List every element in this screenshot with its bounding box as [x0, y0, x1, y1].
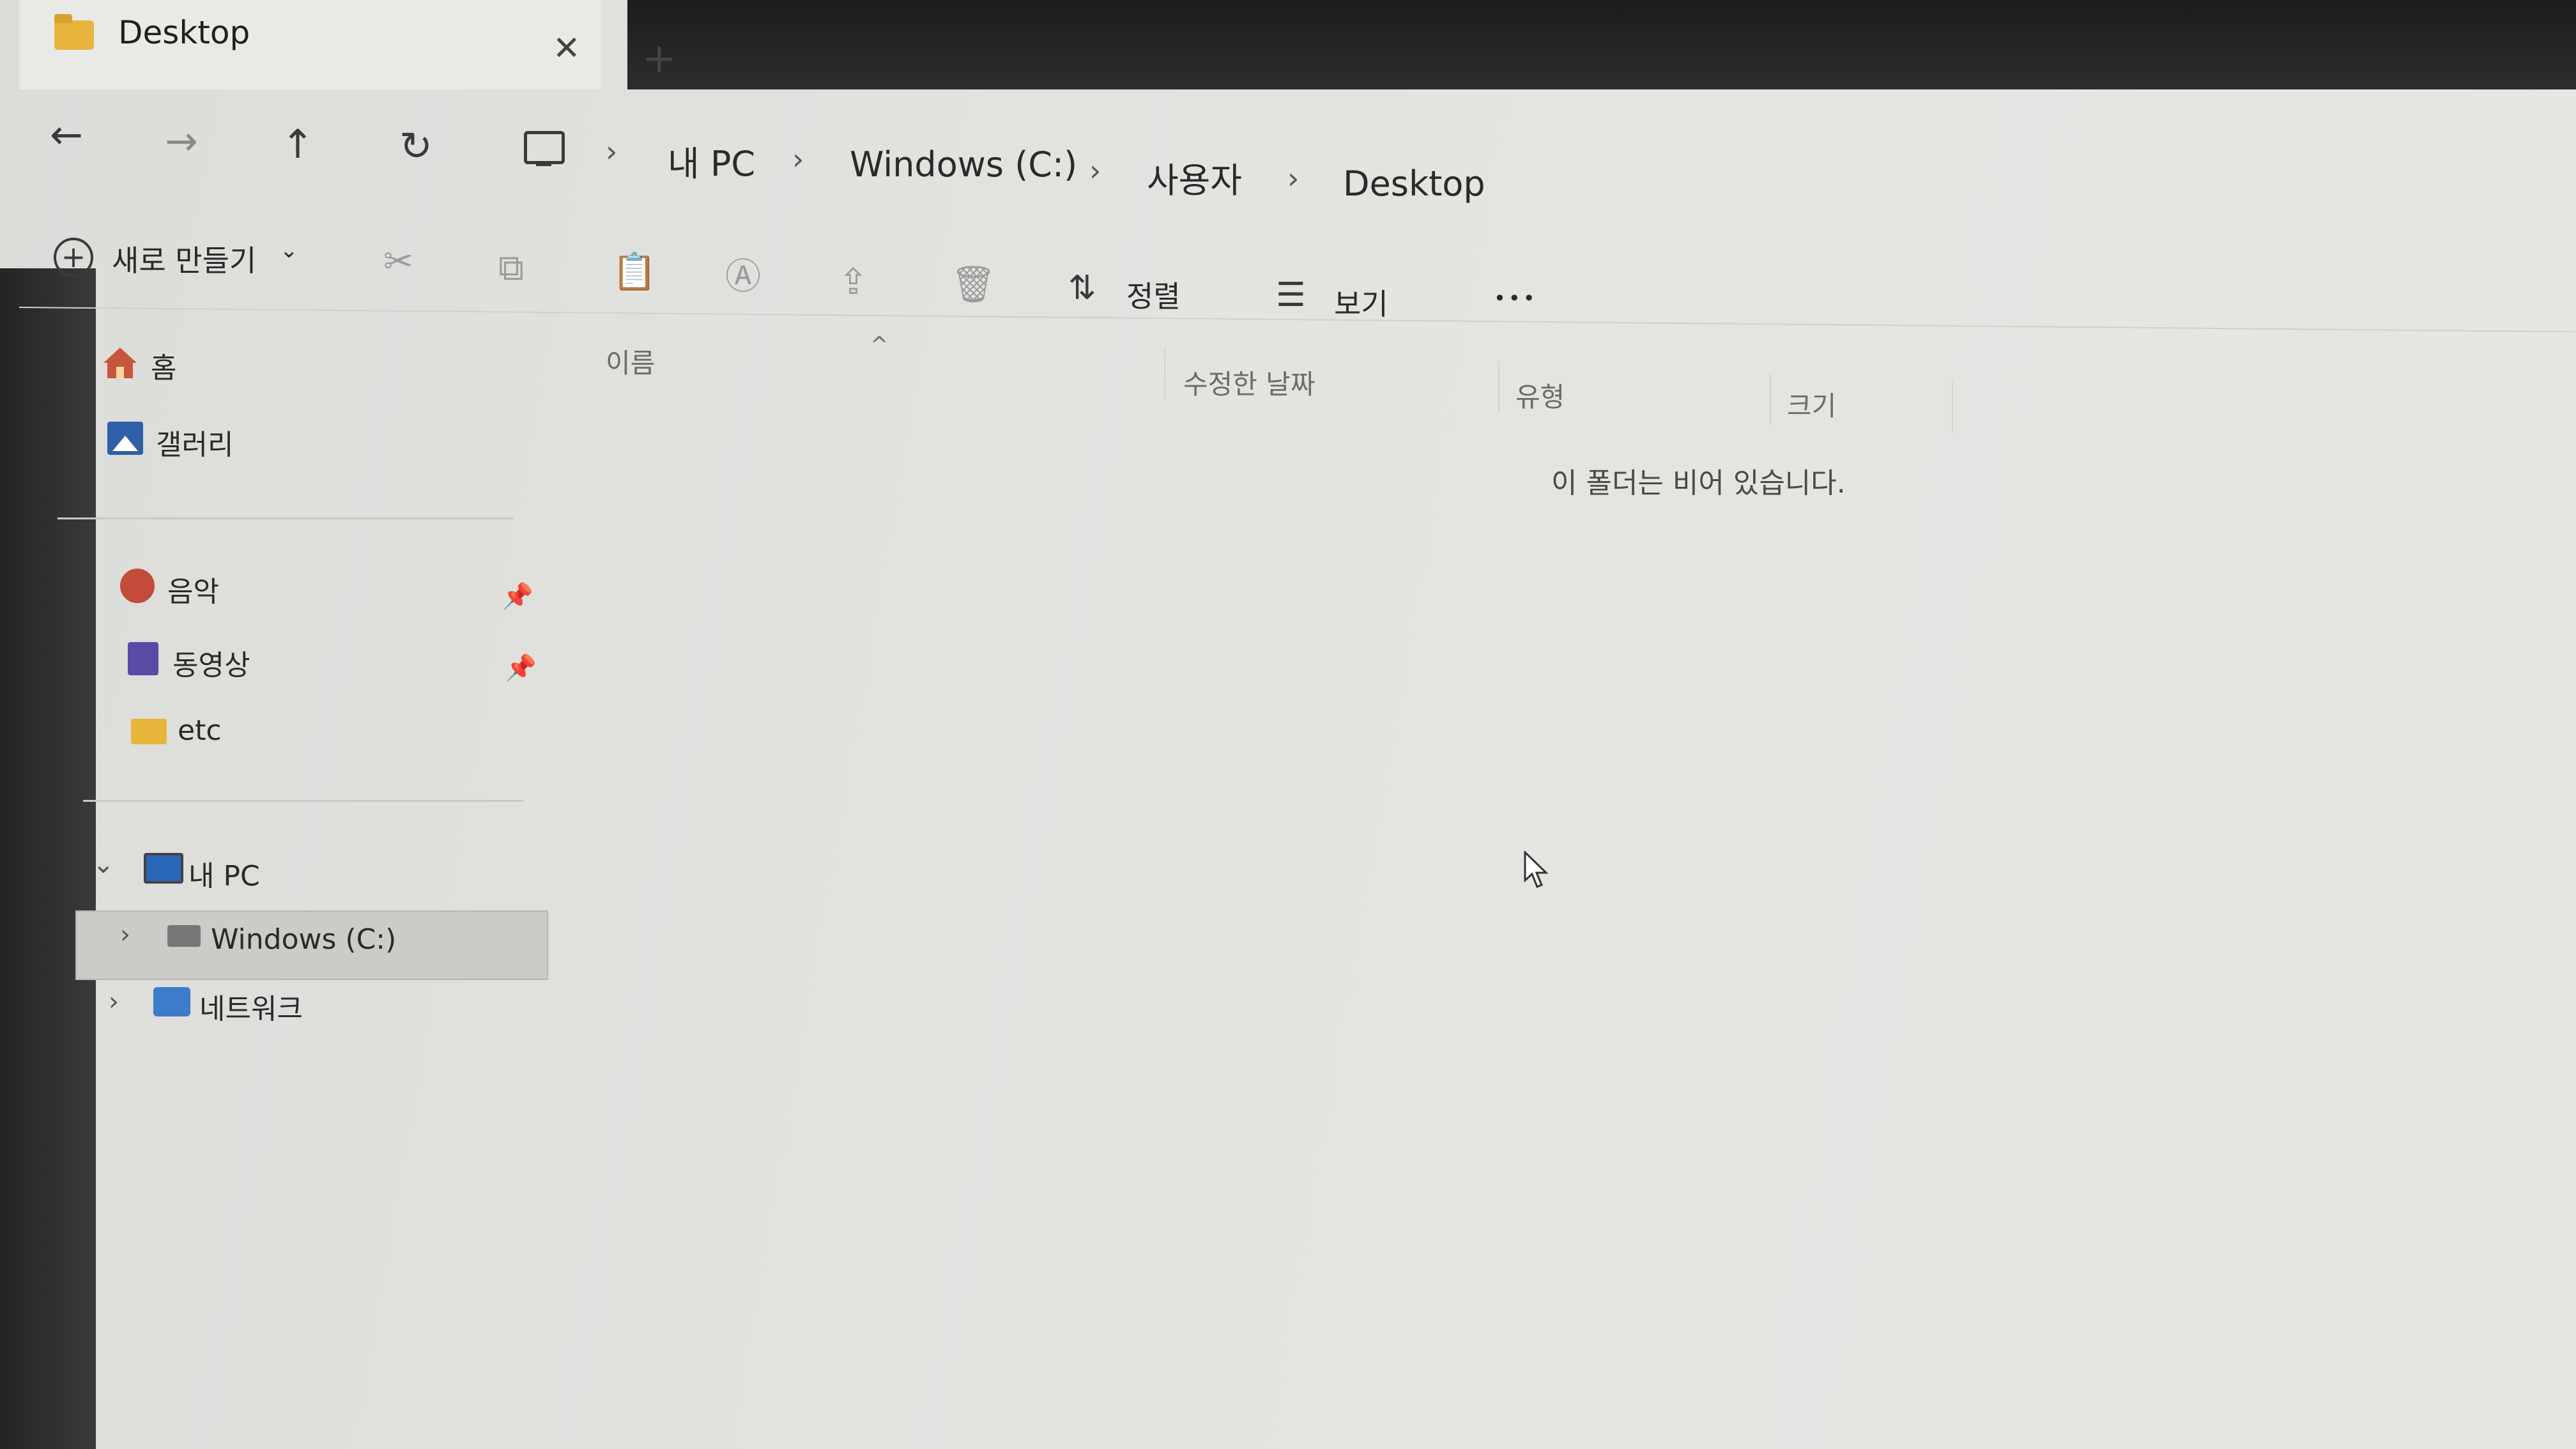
cut-icon[interactable]: ✂ — [383, 244, 413, 280]
screen-bezel-top — [627, 0, 2576, 89]
breadcrumb-separator[interactable]: › — [1089, 153, 1101, 188]
back-arrow-icon[interactable]: ← — [50, 115, 83, 155]
sidebar-item-music[interactable]: 음악 — [167, 569, 219, 610]
video-icon — [128, 642, 158, 675]
close-tab-button[interactable]: ✕ — [553, 32, 581, 65]
breadcrumb-separator[interactable]: › — [1287, 161, 1299, 195]
folder-icon — [131, 719, 167, 744]
network-icon — [153, 987, 190, 1016]
column-separator[interactable] — [1498, 361, 1499, 412]
pin-icon[interactable]: 📌 — [505, 653, 537, 683]
sidebar-item-my-pc[interactable]: 내 PC — [188, 853, 260, 894]
music-icon — [120, 569, 155, 603]
column-header-name[interactable]: 이름 — [606, 342, 655, 381]
empty-folder-message: 이 폴더는 비어 있습니다. — [1551, 467, 1846, 500]
pc-icon — [144, 853, 183, 884]
chevron-right-icon[interactable]: › — [109, 987, 119, 1016]
pin-icon[interactable]: 📌 — [502, 581, 533, 611]
gallery-icon — [107, 422, 143, 455]
up-arrow-icon[interactable]: ↑ — [281, 125, 314, 164]
tab-title: Desktop — [118, 14, 250, 51]
breadcrumb-separator[interactable]: › — [606, 134, 617, 169]
breadcrumb-desktop[interactable]: Desktop — [1343, 164, 1485, 204]
forward-arrow-icon[interactable]: → — [165, 121, 198, 161]
column-separator[interactable] — [1770, 374, 1771, 425]
column-header-size[interactable]: 크기 — [1787, 385, 1836, 424]
pc-icon[interactable] — [524, 131, 565, 166]
rename-icon[interactable]: Ⓐ — [725, 259, 761, 295]
new-tab-button[interactable]: + — [642, 38, 677, 79]
column-header-type[interactable]: 유형 — [1515, 376, 1565, 415]
sort-ascending-icon: ^ — [870, 332, 889, 358]
new-button-label[interactable]: 새로 만들기 — [112, 238, 256, 280]
sidebar-item-windows-c[interactable]: Windows (C:) — [211, 923, 396, 956]
share-icon[interactable]: ⇪ — [838, 264, 868, 300]
paste-icon[interactable]: 📋 — [612, 254, 657, 290]
column-separator[interactable] — [1164, 348, 1165, 399]
copy-icon[interactable]: ⧉ — [498, 250, 524, 286]
breadcrumb-my-pc[interactable]: 내 PC — [668, 135, 755, 186]
sidebar-divider — [57, 518, 514, 519]
chevron-down-icon[interactable]: ⌄ — [280, 238, 298, 263]
delete-icon[interactable]: 🗑 — [951, 267, 996, 303]
sort-icon[interactable]: ⇅ — [1068, 272, 1096, 305]
sort-button-label[interactable]: 정렬 — [1126, 273, 1181, 316]
sidebar-divider — [83, 800, 524, 802]
sidebar-item-videos[interactable]: 동영상 — [172, 642, 250, 683]
breadcrumb-windows-c[interactable]: Windows (C:) — [850, 144, 1077, 185]
breadcrumb-separator[interactable]: › — [792, 142, 804, 176]
chevron-down-icon[interactable]: ⌄ — [93, 850, 114, 879]
folder-icon — [54, 14, 94, 50]
column-header-modified[interactable]: 수정한 날짜 — [1183, 363, 1315, 402]
sidebar-item-home[interactable]: 홈 — [151, 345, 176, 386]
refresh-icon[interactable]: ↻ — [399, 126, 433, 166]
drive-icon — [167, 925, 201, 947]
sidebar-item-gallery[interactable]: 갤러리 — [156, 422, 233, 463]
sidebar-item-network[interactable]: 네트워크 — [199, 986, 303, 1027]
column-separator[interactable] — [1952, 382, 1953, 433]
breadcrumb-users[interactable]: 사용자 — [1147, 152, 1242, 203]
plus-circle-icon[interactable]: + — [54, 238, 93, 277]
view-button-label[interactable]: 보기 — [1334, 281, 1388, 323]
sidebar-item-etc[interactable]: etc — [178, 714, 222, 747]
tab-desktop[interactable]: Desktop ✕ — [19, 0, 601, 89]
home-icon — [103, 348, 137, 378]
mouse-cursor-icon — [1524, 851, 1549, 888]
screen-bezel-left — [0, 268, 96, 1449]
file-explorer-window: Desktop ✕ + ← → ↑ ↻ › 내 PC › Windows (C:… — [0, 0, 2576, 1449]
view-icon[interactable]: ☰ — [1276, 279, 1306, 312]
chevron-right-icon[interactable]: › — [120, 920, 130, 949]
more-options-icon[interactable]: ••• — [1494, 286, 1538, 310]
